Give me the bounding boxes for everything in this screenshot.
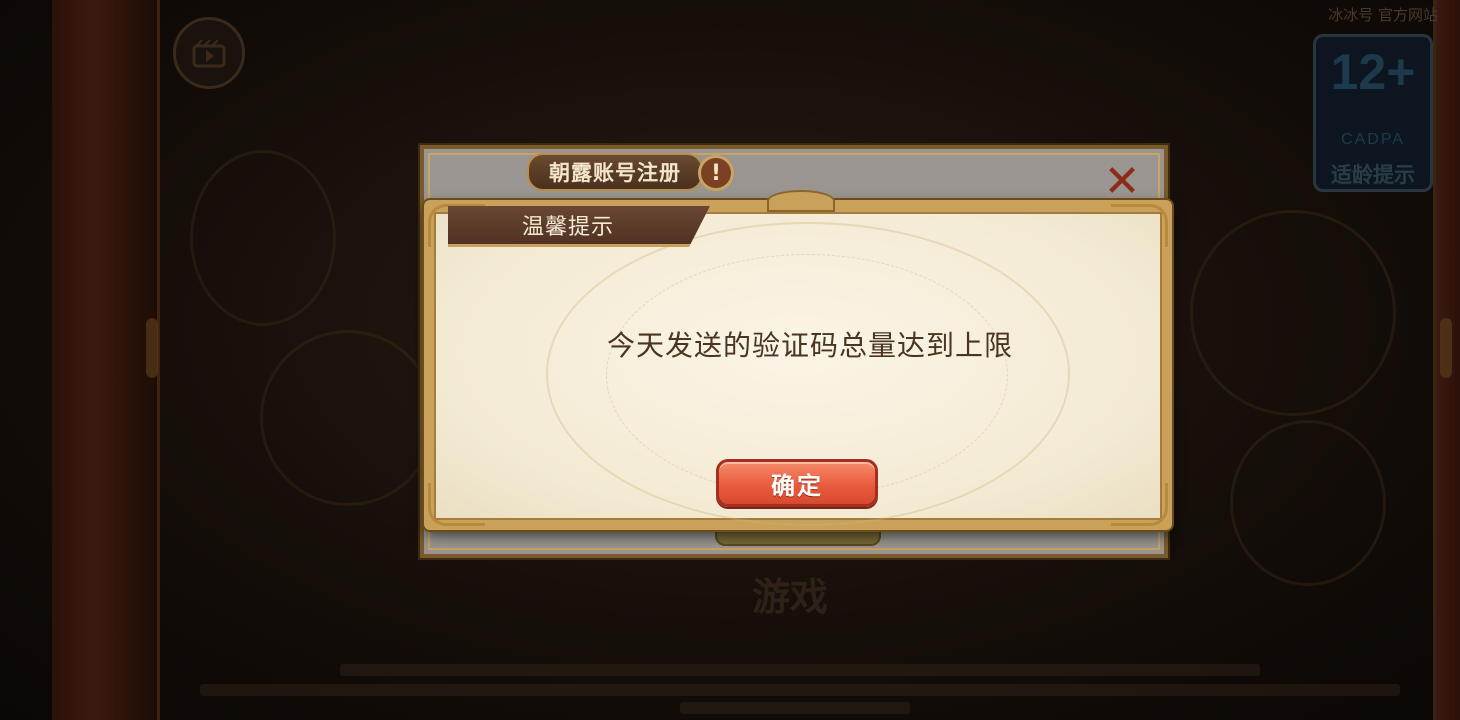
confirm-button[interactable]: 确定 bbox=[716, 459, 878, 507]
dialog-top-ornament bbox=[767, 190, 835, 212]
background-doodle bbox=[1230, 420, 1386, 586]
info-icon[interactable]: ! bbox=[698, 155, 734, 191]
age-rating-number: 12+ bbox=[1330, 44, 1416, 100]
video-replay-button[interactable] bbox=[173, 17, 245, 89]
background-doodle bbox=[260, 330, 436, 506]
age-rating-label: 适龄提示 bbox=[1331, 163, 1415, 187]
close-icon[interactable]: ✕ bbox=[1100, 160, 1144, 204]
register-panel-title: 朝露账号注册 bbox=[527, 153, 703, 191]
age-rating-org: CADPA bbox=[1341, 131, 1405, 148]
corner-ornament bbox=[1111, 204, 1168, 247]
age-rating-badge[interactable]: 12+ CADPA 适龄提示 bbox=[1313, 34, 1433, 192]
footer-text bbox=[200, 684, 1400, 696]
video-icon bbox=[192, 39, 226, 68]
game-logo: 游戏 bbox=[751, 575, 828, 619]
frame-ornament bbox=[146, 318, 158, 378]
top-right-links[interactable]: 冰冰号 官方网站 bbox=[1328, 4, 1438, 25]
footer-text bbox=[340, 664, 1260, 676]
frame-ornament bbox=[1440, 318, 1452, 378]
wood-frame-left bbox=[52, 0, 160, 720]
background-doodle bbox=[1190, 210, 1396, 416]
footer-text bbox=[680, 702, 910, 714]
corner-ornament bbox=[428, 483, 485, 526]
dialog-title: 温馨提示 bbox=[521, 215, 614, 240]
corner-ornament bbox=[1111, 483, 1168, 526]
dialog-message: 今天发送的验证码总量达到上限 bbox=[606, 329, 1013, 362]
background-doodle bbox=[190, 150, 336, 326]
